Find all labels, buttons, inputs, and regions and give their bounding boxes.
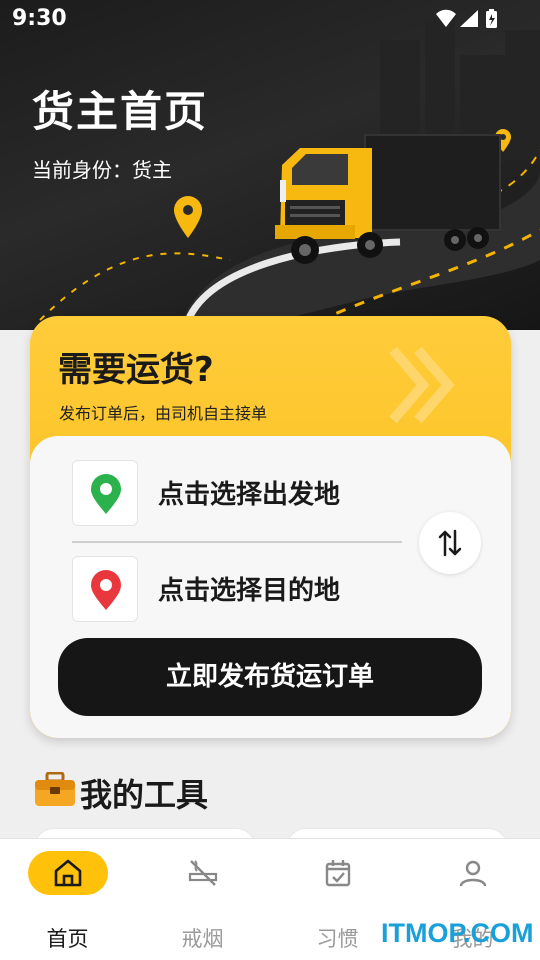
user-icon [459, 860, 486, 887]
battery-icon [486, 9, 497, 28]
status-bar: 9:30 [0, 0, 540, 38]
nav-quit-smoking-label: 戒烟 [181, 927, 224, 951]
wifi-icon [436, 9, 456, 28]
page-title: 货主首页 [32, 87, 209, 136]
status-icons [436, 9, 497, 28]
card-subtitle: 发布订单后，由司机自主接单 [59, 404, 268, 423]
nav-home-label: 首页 [46, 927, 89, 951]
origin-pin-box [72, 460, 138, 526]
destination-selector[interactable]: 点击选择目的地 [72, 556, 402, 622]
red-location-pin-icon [91, 570, 121, 610]
calendar-check-icon [325, 860, 350, 887]
identity-label: 当前身份：货主 [32, 158, 172, 182]
location-pin-icon [174, 196, 202, 238]
chevron-arrows-icon [389, 346, 455, 424]
home-icon [54, 859, 81, 887]
card-title: 需要运货? [58, 350, 214, 390]
route-panel: 点击选择出发地 点击选择目的地 立即发布货运订单 [30, 436, 511, 738]
green-location-pin-icon [91, 474, 121, 514]
status-time: 9:30 [12, 6, 67, 31]
toolbox-icon [35, 772, 75, 806]
publish-order-button[interactable]: 立即发布货运订单 [58, 638, 482, 716]
shipping-card: 需要运货? 发布订单后，由司机自主接单 点击选择出发地 点击选择目的地 立即发布… [30, 316, 511, 738]
swap-route-button[interactable] [419, 512, 481, 574]
route-divider [72, 541, 402, 543]
origin-selector[interactable]: 点击选择出发地 [72, 460, 402, 526]
tools-title: 我的工具 [80, 776, 209, 814]
nav-quit-smoking[interactable]: 戒烟 [135, 839, 270, 960]
destination-pin-box [72, 556, 138, 622]
origin-label: 点击选择出发地 [158, 480, 341, 510]
destination-label: 点击选择目的地 [158, 576, 341, 606]
hero-banner: 9:30 货主首页 当前身份：货主 [0, 0, 540, 330]
signal-icon [460, 10, 478, 27]
watermark: ITMOP.COM [381, 918, 534, 948]
no-smoking-icon [188, 860, 217, 886]
swap-arrows-icon [438, 529, 462, 557]
nav-home[interactable]: 首页 [0, 839, 135, 960]
